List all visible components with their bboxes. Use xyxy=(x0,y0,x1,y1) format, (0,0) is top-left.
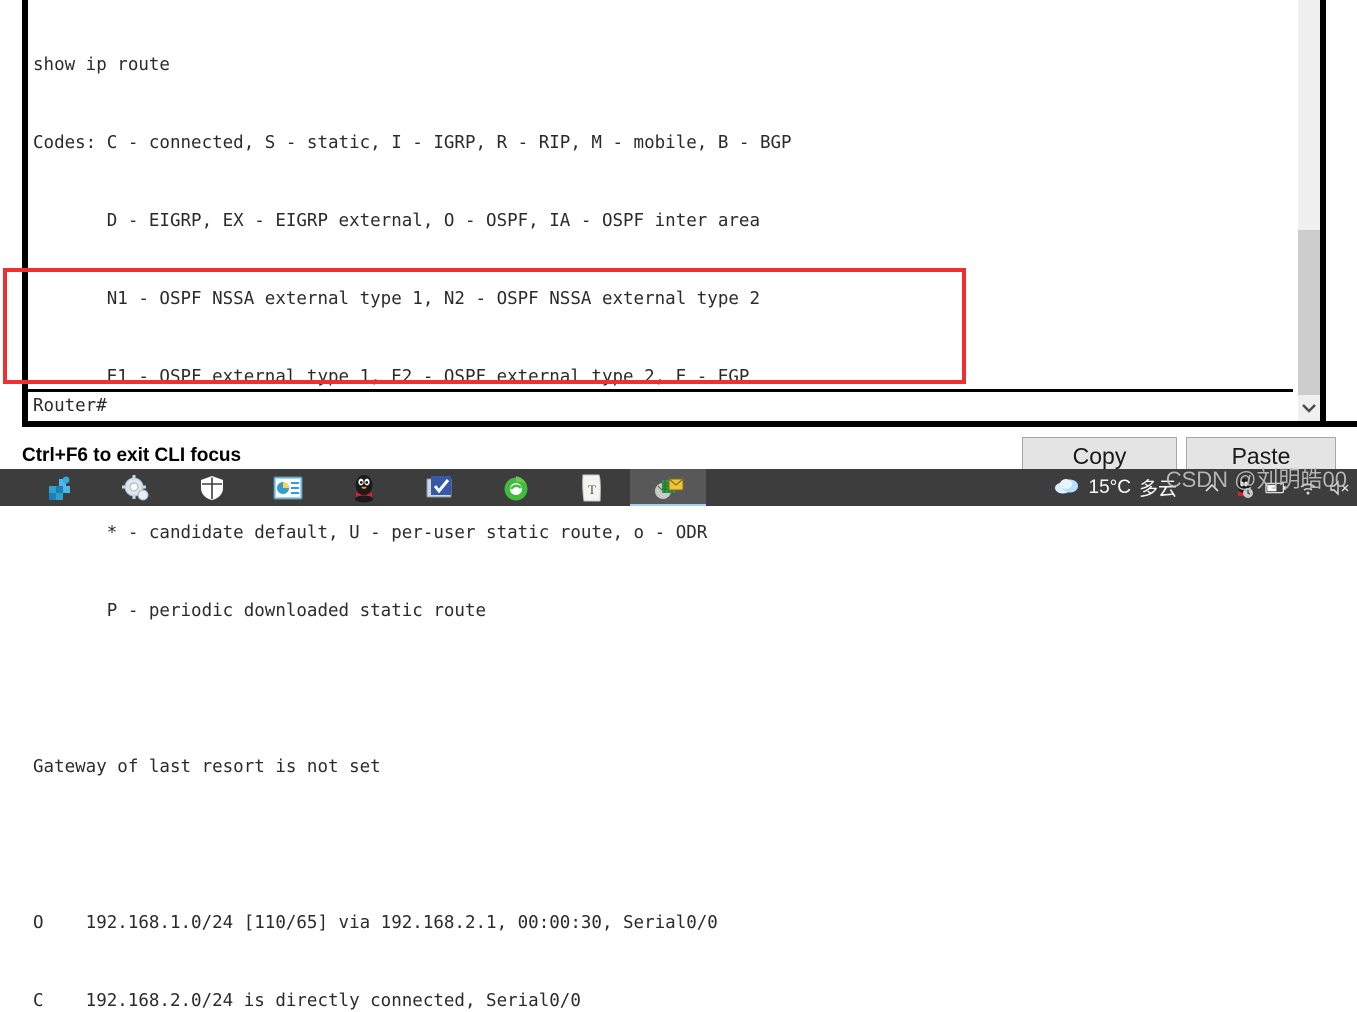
terminal-prompt[interactable]: Router# xyxy=(33,393,1273,421)
terminal-output: show ip route Codes: C - connected, S - … xyxy=(33,0,1288,1011)
taskbar-app-list: T xyxy=(22,469,706,506)
speaker-muted-icon[interactable] xyxy=(1329,469,1351,506)
blue-panel-chart-icon[interactable] xyxy=(250,469,326,506)
terminal-route-line: C 192.168.2.0/24 is directly connected, … xyxy=(33,991,581,1011)
svg-text:T: T xyxy=(588,482,596,497)
cli-terminal-window[interactable]: show ip route Codes: C - connected, S - … xyxy=(0,0,1357,1011)
gear-settings-icon[interactable] xyxy=(98,469,174,506)
green-browser-icon[interactable] xyxy=(478,469,554,506)
terminal-line: D - EIGRP, EX - EIGRP external, O - OSPF… xyxy=(33,211,760,231)
weather-widget[interactable]: 15°C 多云 xyxy=(1053,474,1177,501)
qq-penguin-icon[interactable] xyxy=(326,469,402,506)
cli-focus-hint: Ctrl+F6 to exit CLI focus xyxy=(22,445,242,466)
terminal-route-line: O 192.168.1.0/24 [110/65] via 192.168.2.… xyxy=(33,913,718,933)
wifi-icon[interactable] xyxy=(1297,469,1319,506)
windows-taskbar[interactable]: T 15°C 多云 xyxy=(0,469,1357,506)
battery-icon[interactable] xyxy=(1265,469,1287,506)
cloud-icon xyxy=(1053,475,1081,501)
terminal-prompt-divider xyxy=(28,389,1293,392)
terminal-line: show ip route xyxy=(33,55,170,75)
terminal-line: P - periodic downloaded static route xyxy=(33,601,487,621)
terminal-scrollbar[interactable] xyxy=(1298,0,1320,421)
scrollbar-thumb[interactable] xyxy=(1298,230,1320,395)
monitor-check-icon[interactable] xyxy=(402,469,478,506)
terminal-left-border xyxy=(22,0,28,427)
terminal-right-border xyxy=(1320,0,1326,427)
terminal-line: N1 - OSPF NSSA external type 1, N2 - OSP… xyxy=(33,289,760,309)
qq-tray-icon[interactable] xyxy=(1233,469,1255,506)
chevron-down-icon[interactable] xyxy=(1298,395,1320,421)
chevron-up-icon[interactable] xyxy=(1201,469,1223,506)
terminal-line: Codes: C - connected, S - static, I - IG… xyxy=(33,133,792,153)
weather-temperature: 15°C xyxy=(1088,476,1131,498)
terminal-line: Gateway of last resort is not set xyxy=(33,757,381,777)
blue-blocks-icon[interactable] xyxy=(22,469,98,506)
weather-condition: 多云 xyxy=(1138,479,1177,500)
terminal-line: E1 - OSPF external type 1, E2 - OSPF ext… xyxy=(33,367,750,387)
terminal-line: * - candidate default, U - per-user stat… xyxy=(33,523,708,543)
windows-defender-shield-icon[interactable] xyxy=(174,469,250,506)
text-document-icon[interactable]: T xyxy=(554,469,630,506)
packet-tracer-envelope-icon[interactable] xyxy=(630,469,706,506)
system-tray: 15°C 多云 xyxy=(1053,469,1351,506)
